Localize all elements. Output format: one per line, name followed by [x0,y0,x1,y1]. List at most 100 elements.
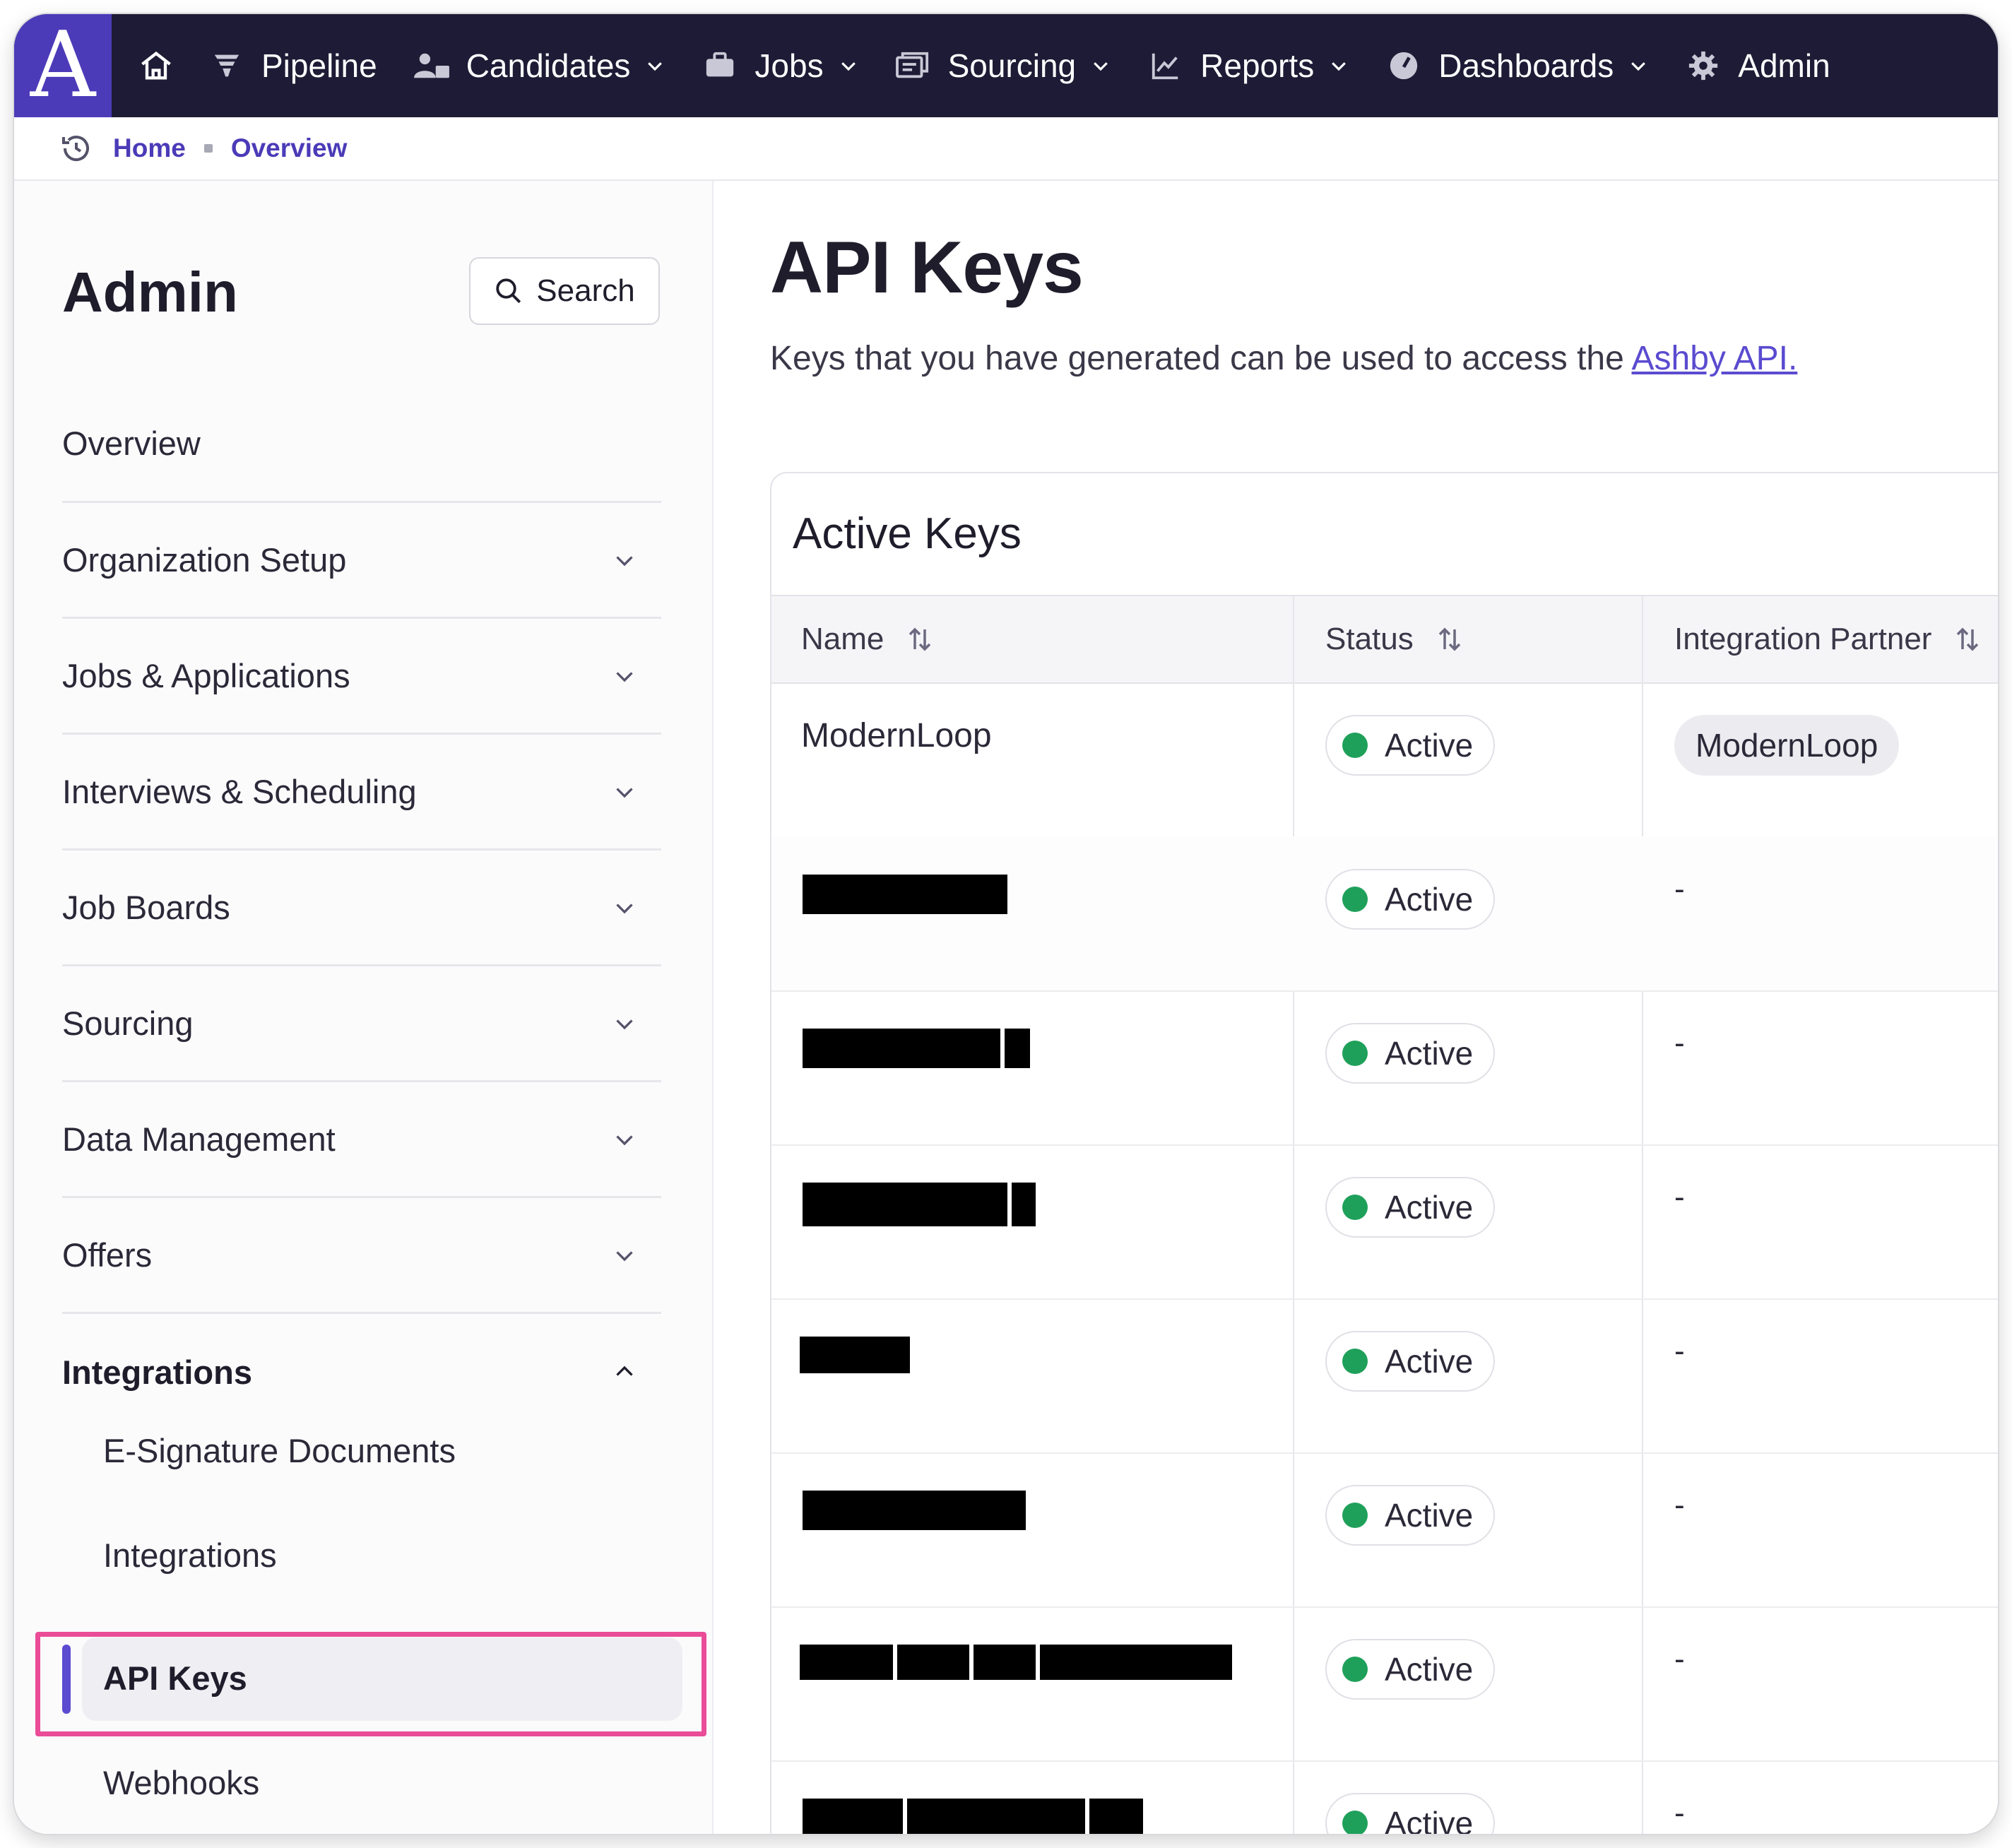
redacted-name [907,1799,1085,1834]
redacted-name [803,1183,1007,1226]
sort-icon [905,624,935,654]
admin-sidebar: Admin Search Overview Organization Setup… [14,181,714,1834]
sidebar-item-label: Sourcing [62,1005,194,1042]
logo-letter: A [30,14,96,118]
nav-candidates[interactable]: Candidates [413,14,666,117]
sort-icon [1953,624,1982,654]
nav-pipeline[interactable]: Pipeline [208,14,377,117]
column-header-label: Status [1325,622,1414,656]
sidebar-item-integrations[interactable]: Integrations [62,1314,661,1430]
sidebar-item-offers[interactable]: Offers [62,1198,661,1314]
redacted-name [803,1029,1000,1068]
table-row[interactable]: Active - [771,836,1998,992]
search-label: Search [536,273,635,308]
nav-admin[interactable]: Admin [1684,14,1830,117]
status-badge: Active [1325,869,1495,930]
nav-reports[interactable]: Reports [1147,14,1349,117]
chevron-down-icon [612,895,637,920]
active-dot-icon [1342,1195,1368,1220]
status-label: Active [1385,1651,1474,1688]
sidebar-item-label: Integrations [62,1353,252,1391]
sidebar-item-label: Organization Setup [62,541,347,579]
nav-sourcing[interactable]: Sourcing [894,14,1112,117]
breadcrumb-home[interactable]: Home [113,134,186,163]
active-dot-icon [1342,1503,1368,1528]
briefcase-icon [701,47,739,85]
active-dot-icon [1342,1657,1368,1682]
redacted-name [974,1645,1036,1680]
nav-admin-label: Admin [1738,47,1830,84]
status-label: Active [1385,727,1474,764]
table-row[interactable]: Active - [771,1298,1998,1454]
gear-icon [1684,47,1722,85]
status-label: Active [1385,1189,1474,1226]
sidebar-item-label: Job Boards [62,889,230,926]
column-header-integration-partner[interactable]: Integration Partner [1674,596,1982,682]
status-label: Active [1385,1805,1474,1834]
gauge-icon [1385,47,1423,85]
sidebar-item-job-boards[interactable]: Job Boards [62,851,661,966]
partner-empty: - [1674,1488,1685,1522]
sidebar-item-overview[interactable]: Overview [62,386,661,503]
status-badge: Active [1325,1023,1495,1084]
sourcing-icon [894,47,933,85]
table-row[interactable]: Active - [771,1452,1998,1608]
search-button[interactable]: Search [469,257,660,325]
table-row[interactable]: Active - [771,1606,1998,1762]
partner-empty: - [1674,1180,1685,1214]
active-keys-card: Active Keys Name Status Integration Part… [770,472,1998,1834]
sidebar-subitem-e-signature-documents[interactable]: E-Signature Documents [103,1431,456,1470]
sidebar-subitem-integrations[interactable]: Integrations [103,1536,277,1575]
chevron-down-icon [838,55,859,76]
sidebar-item-interviews-scheduling[interactable]: Interviews & Scheduling [62,735,661,851]
breadcrumb-current[interactable]: Overview [231,134,348,163]
page-description: Keys that you have generated can be used… [770,339,1797,378]
column-header-label: Integration Partner [1674,622,1932,656]
status-badge: Active [1325,715,1495,776]
sidebar-title: Admin [62,261,238,324]
active-dot-icon [1342,1349,1368,1374]
column-header-label: Name [801,622,884,656]
chevron-down-icon [612,1243,637,1268]
chevron-down-icon [1090,55,1111,76]
sidebar-subitem-webhooks[interactable]: Webhooks [103,1763,259,1802]
sidebar-item-data-management[interactable]: Data Management [62,1082,661,1198]
table-row[interactable]: Active - [771,1760,1998,1834]
app-window: A Pipeline Candidates Jobs Sourcing Repo… [14,14,1998,1834]
chevron-down-icon [612,779,637,805]
sidebar-item-organization-setup[interactable]: Organization Setup [62,503,661,619]
partner-empty: - [1674,1334,1685,1368]
sidebar-item-sourcing[interactable]: Sourcing [62,966,661,1082]
sidebar-item-label: Data Management [62,1120,336,1158]
highlight-box [35,1632,706,1736]
status-label: Active [1385,1343,1474,1380]
sidebar-item-label: Overview [62,425,201,462]
sidebar-item-label: Offers [62,1236,153,1274]
table-row[interactable]: ModernLoop Active ModernLoop [771,682,1998,838]
nav-sourcing-label: Sourcing [947,47,1077,84]
column-header-status[interactable]: Status [1325,596,1464,682]
search-icon [494,276,523,306]
partner-empty: - [1674,872,1685,906]
filter-icon [208,47,246,85]
redacted-name [897,1645,969,1680]
sidebar-menu: Overview Organization Setup Jobs & Appli… [62,386,661,1430]
breadcrumb-separator [203,144,213,153]
sort-icon [1435,624,1464,654]
breadcrumb: Home Overview [14,117,1998,181]
chevron-down-icon [612,663,637,689]
column-header-name[interactable]: Name [801,596,935,682]
table-row[interactable]: Active - [771,1144,1998,1300]
ashby-logo[interactable]: A [14,14,112,117]
home-icon[interactable] [131,41,181,90]
nav-dashboards[interactable]: Dashboards [1385,14,1649,117]
nav-jobs[interactable]: Jobs [701,14,858,117]
sidebar-item-jobs-applications[interactable]: Jobs & Applications [62,619,661,735]
ashby-api-link[interactable]: Ashby API. [1632,340,1798,377]
redacted-name [800,1645,893,1680]
redacted-name [1012,1183,1036,1226]
nav-pipeline-label: Pipeline [261,47,377,84]
status-label: Active [1385,1035,1474,1072]
table-row[interactable]: Active - [771,990,1998,1146]
history-icon[interactable] [59,131,93,165]
